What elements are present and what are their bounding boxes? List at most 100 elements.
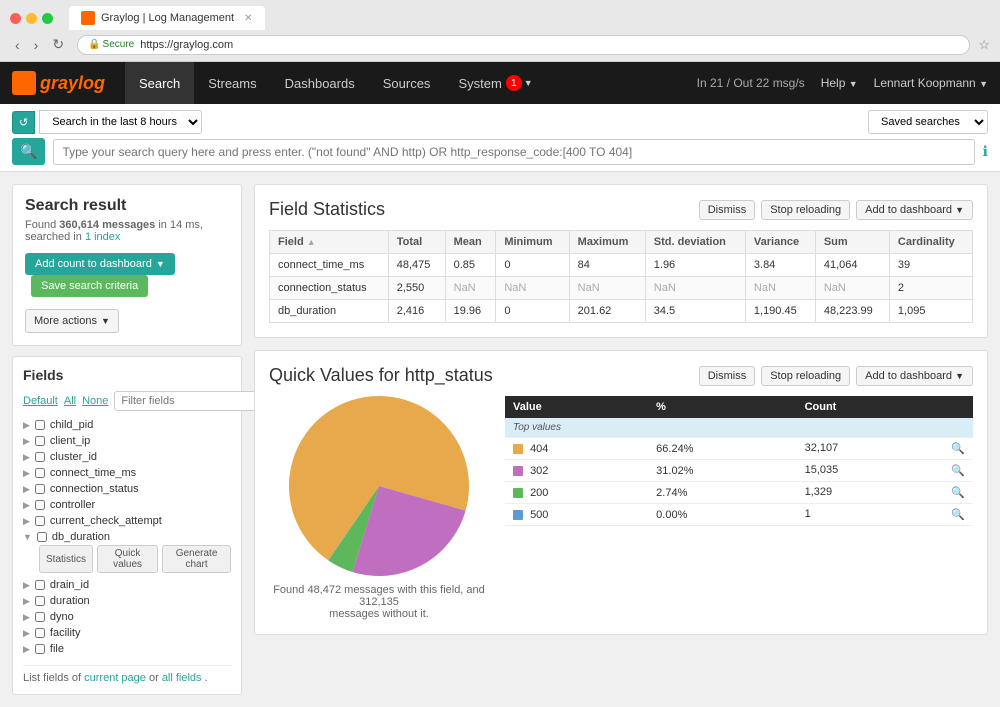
field-name-file[interactable]: file (50, 643, 64, 655)
field-name-duration[interactable]: duration (50, 595, 90, 607)
search-value-icon[interactable]: 🔍 (951, 442, 965, 455)
col-variance[interactable]: Variance (745, 231, 815, 254)
nav-item-streams[interactable]: Streams (194, 62, 270, 104)
expand-icon[interactable]: ▶ (23, 612, 30, 623)
search-input[interactable] (53, 139, 974, 165)
expand-icon[interactable]: ▶ (23, 468, 30, 479)
field-checkbox[interactable] (35, 452, 45, 462)
expand-icon[interactable]: ▶ (23, 452, 30, 463)
field-checkbox[interactable] (35, 596, 45, 606)
field-name-drain-id[interactable]: drain_id (50, 579, 89, 591)
qv-col-percent[interactable]: % (648, 396, 796, 418)
col-field[interactable]: Field ▲ (270, 231, 389, 254)
fields-tab-all[interactable]: All (64, 395, 76, 407)
tab-close-icon[interactable]: ✕ (244, 13, 252, 24)
field-checkbox[interactable] (35, 468, 45, 478)
col-std-dev[interactable]: Std. deviation (645, 231, 745, 254)
current-page-link[interactable]: current page (84, 672, 146, 684)
search-value-icon[interactable]: 🔍 (951, 486, 965, 499)
qv-col-value[interactable]: Value (505, 396, 648, 418)
cell-card: 1,095 (889, 300, 972, 323)
all-fields-link[interactable]: all fields (162, 672, 202, 684)
expand-icon[interactable]: ▶ (23, 420, 30, 431)
dismiss-button[interactable]: Dismiss (699, 200, 756, 220)
expand-icon[interactable]: ▶ (23, 580, 30, 591)
nav-item-system[interactable]: System 1 ▼ (444, 62, 546, 104)
browser-chrome: Graylog | Log Management ✕ ‹ › ↻ 🔒 Secur… (0, 0, 1000, 62)
refresh-button[interactable]: ↻ (47, 34, 69, 55)
value-color-dot (513, 466, 523, 476)
list-item: ▶ current_check_attempt (23, 513, 231, 529)
add-to-dashboard-button[interactable]: Add to dashboard ▼ (856, 200, 973, 220)
browser-tab[interactable]: Graylog | Log Management ✕ (69, 6, 265, 30)
expand-icon[interactable]: ▶ (23, 484, 30, 495)
expand-icon[interactable]: ▶ (23, 644, 30, 655)
address-bar[interactable]: 🔒 Secure https://graylog.com (77, 35, 970, 55)
stop-reloading-button[interactable]: Stop reloading (761, 200, 850, 220)
field-checkbox[interactable] (35, 580, 45, 590)
expand-icon[interactable]: ▶ (23, 628, 30, 639)
field-name-child-pid[interactable]: child_pid (50, 419, 93, 431)
field-checkbox[interactable] (35, 420, 45, 430)
qv-add-to-dashboard-button[interactable]: Add to dashboard ▼ (856, 366, 973, 386)
field-checkbox[interactable] (35, 436, 45, 446)
expand-icon[interactable]: ▶ (23, 596, 30, 607)
field-checkbox[interactable] (35, 484, 45, 494)
col-maximum[interactable]: Maximum (569, 231, 645, 254)
quick-values-button[interactable]: Quick values (97, 545, 158, 573)
col-sum[interactable]: Sum (815, 231, 889, 254)
col-total[interactable]: Total (388, 231, 445, 254)
field-name-controller[interactable]: controller (50, 499, 95, 511)
qv-dismiss-button[interactable]: Dismiss (699, 366, 756, 386)
more-actions-button[interactable]: More actions ▼ (25, 309, 119, 333)
nav-item-dashboards[interactable]: Dashboards (271, 62, 369, 104)
search-value-icon[interactable]: 🔍 (951, 508, 965, 521)
field-checkbox[interactable] (35, 500, 45, 510)
search-value-icon[interactable]: 🔍 (951, 464, 965, 477)
nav-item-sources[interactable]: Sources (369, 62, 445, 104)
maximize-dot[interactable] (42, 13, 53, 24)
quick-values-table: Value % Count Top values (505, 396, 973, 526)
field-checkbox[interactable] (35, 628, 45, 638)
expand-icon[interactable]: ▶ (23, 436, 30, 447)
field-checkbox[interactable] (35, 612, 45, 622)
qv-stop-reloading-button[interactable]: Stop reloading (761, 366, 850, 386)
field-name-db-duration[interactable]: db_duration (52, 531, 110, 543)
col-minimum[interactable]: Minimum (496, 231, 569, 254)
minimize-dot[interactable] (26, 13, 37, 24)
close-dot[interactable] (10, 13, 21, 24)
qv-col-count[interactable]: Count (797, 396, 973, 418)
forward-button[interactable]: › (29, 35, 44, 55)
fields-tab-none[interactable]: None (82, 395, 108, 407)
time-range-dropdown[interactable]: Search in the last 8 hours (39, 110, 202, 134)
field-name-connection-status[interactable]: connection_status (50, 483, 139, 495)
field-name-dyno[interactable]: dyno (50, 611, 74, 623)
index-link[interactable]: 1 index (85, 231, 120, 243)
field-name-facility[interactable]: facility (50, 627, 81, 639)
field-checkbox[interactable] (35, 516, 45, 526)
save-search-button[interactable]: Save search criteria (31, 275, 148, 297)
search-submit-button[interactable]: 🔍 (12, 138, 45, 165)
saved-searches-dropdown[interactable]: Saved searches (868, 110, 988, 134)
expand-icon[interactable]: ▶ (23, 500, 30, 511)
fields-filter-input[interactable] (114, 391, 270, 411)
expand-icon[interactable]: ▼ (23, 532, 32, 542)
help-link[interactable]: Help ▼ (821, 76, 858, 90)
field-name-cluster-id[interactable]: cluster_id (50, 451, 97, 463)
col-mean[interactable]: Mean (445, 231, 496, 254)
search-type-button[interactable]: ↺ (12, 111, 35, 134)
generate-chart-button[interactable]: Generate chart (162, 545, 231, 573)
user-menu[interactable]: Lennart Koopmann ▼ (874, 76, 988, 90)
fields-tab-default[interactable]: Default (23, 395, 58, 407)
field-checkbox[interactable] (37, 532, 47, 542)
field-checkbox[interactable] (35, 644, 45, 654)
field-name-connect-time[interactable]: connect_time_ms (50, 467, 136, 479)
field-name-client-ip[interactable]: client_ip (50, 435, 90, 447)
col-cardinality[interactable]: Cardinality (889, 231, 972, 254)
field-name-current-check[interactable]: current_check_attempt (50, 515, 162, 527)
expand-icon[interactable]: ▶ (23, 516, 30, 527)
back-button[interactable]: ‹ (10, 35, 25, 55)
add-count-button[interactable]: Add count to dashboard ▼ (25, 253, 175, 275)
statistics-button[interactable]: Statistics (39, 545, 93, 573)
nav-item-search[interactable]: Search (125, 62, 194, 104)
